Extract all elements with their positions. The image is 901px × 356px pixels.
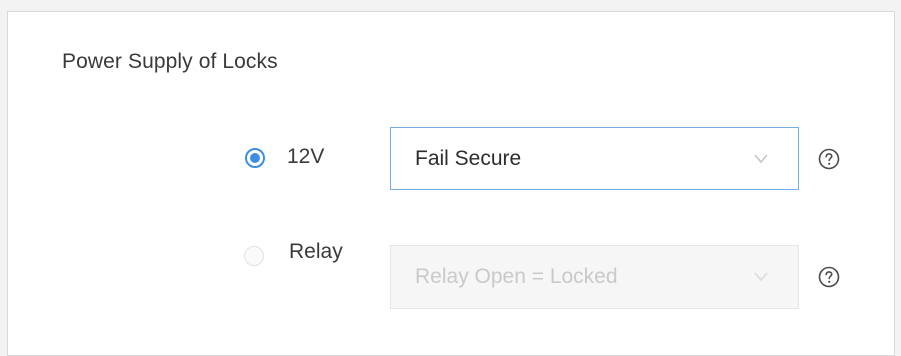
lock-type-select-value: Fail Secure [415,146,522,170]
option-label-relay: Relay [289,240,343,263]
lock-type-select[interactable]: Fail Secure [390,127,799,190]
chevron-down-icon [754,272,768,282]
radio-12v[interactable] [245,148,265,168]
radio-relay[interactable] [244,246,264,266]
option-label-12v: 12V [287,145,325,168]
section-title: Power Supply of Locks [62,50,278,73]
help-icon[interactable] [818,148,840,170]
chevron-down-icon [754,153,768,163]
help-icon[interactable] [818,266,840,288]
relay-mode-select-value: Relay Open = Locked [415,265,618,288]
relay-mode-select[interactable]: Relay Open = Locked [390,245,799,309]
